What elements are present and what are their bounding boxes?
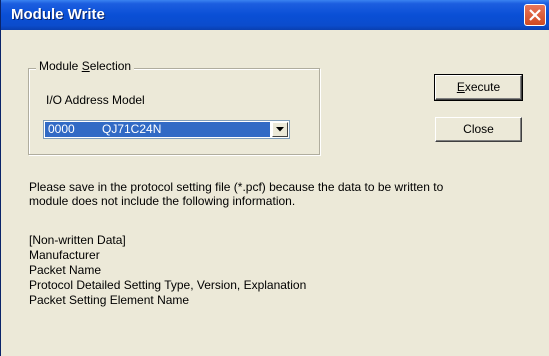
window-title: Module Write (11, 6, 105, 23)
module-write-dialog: Module Write Module Selection I/O Addres… (0, 0, 549, 356)
chevron-down-icon (276, 127, 284, 132)
selected-io-address: 0000 (48, 122, 75, 136)
title-bar[interactable]: Module Write (1, 0, 549, 30)
dropdown-arrow-button[interactable] (272, 122, 288, 137)
list-item: Packet Name (29, 263, 102, 277)
close-icon (529, 9, 541, 21)
list-item: Manufacturer (29, 248, 100, 262)
close-button[interactable]: Close (435, 117, 522, 142)
module-select-value: 0000 QJ71C24N (45, 122, 270, 137)
message-line-2: module does not include the following in… (29, 194, 296, 208)
module-select-dropdown[interactable]: 0000 QJ71C24N (43, 120, 290, 139)
execute-button[interactable]: Execute (434, 74, 523, 101)
selected-model: QJ71C24N (102, 122, 162, 136)
module-selection-group (28, 68, 320, 155)
list-item: Packet Setting Element Name (29, 293, 190, 307)
close-window-button[interactable] (524, 4, 546, 26)
module-selection-title: Module Selection (36, 59, 135, 73)
list-item: Protocol Detailed Setting Type, Version,… (29, 278, 307, 292)
io-address-model-label: I/O Address Model (46, 93, 145, 107)
non-written-data-header: [Non-written Data] (29, 233, 126, 247)
message-line-1: Please save in the protocol setting file… (29, 180, 444, 194)
